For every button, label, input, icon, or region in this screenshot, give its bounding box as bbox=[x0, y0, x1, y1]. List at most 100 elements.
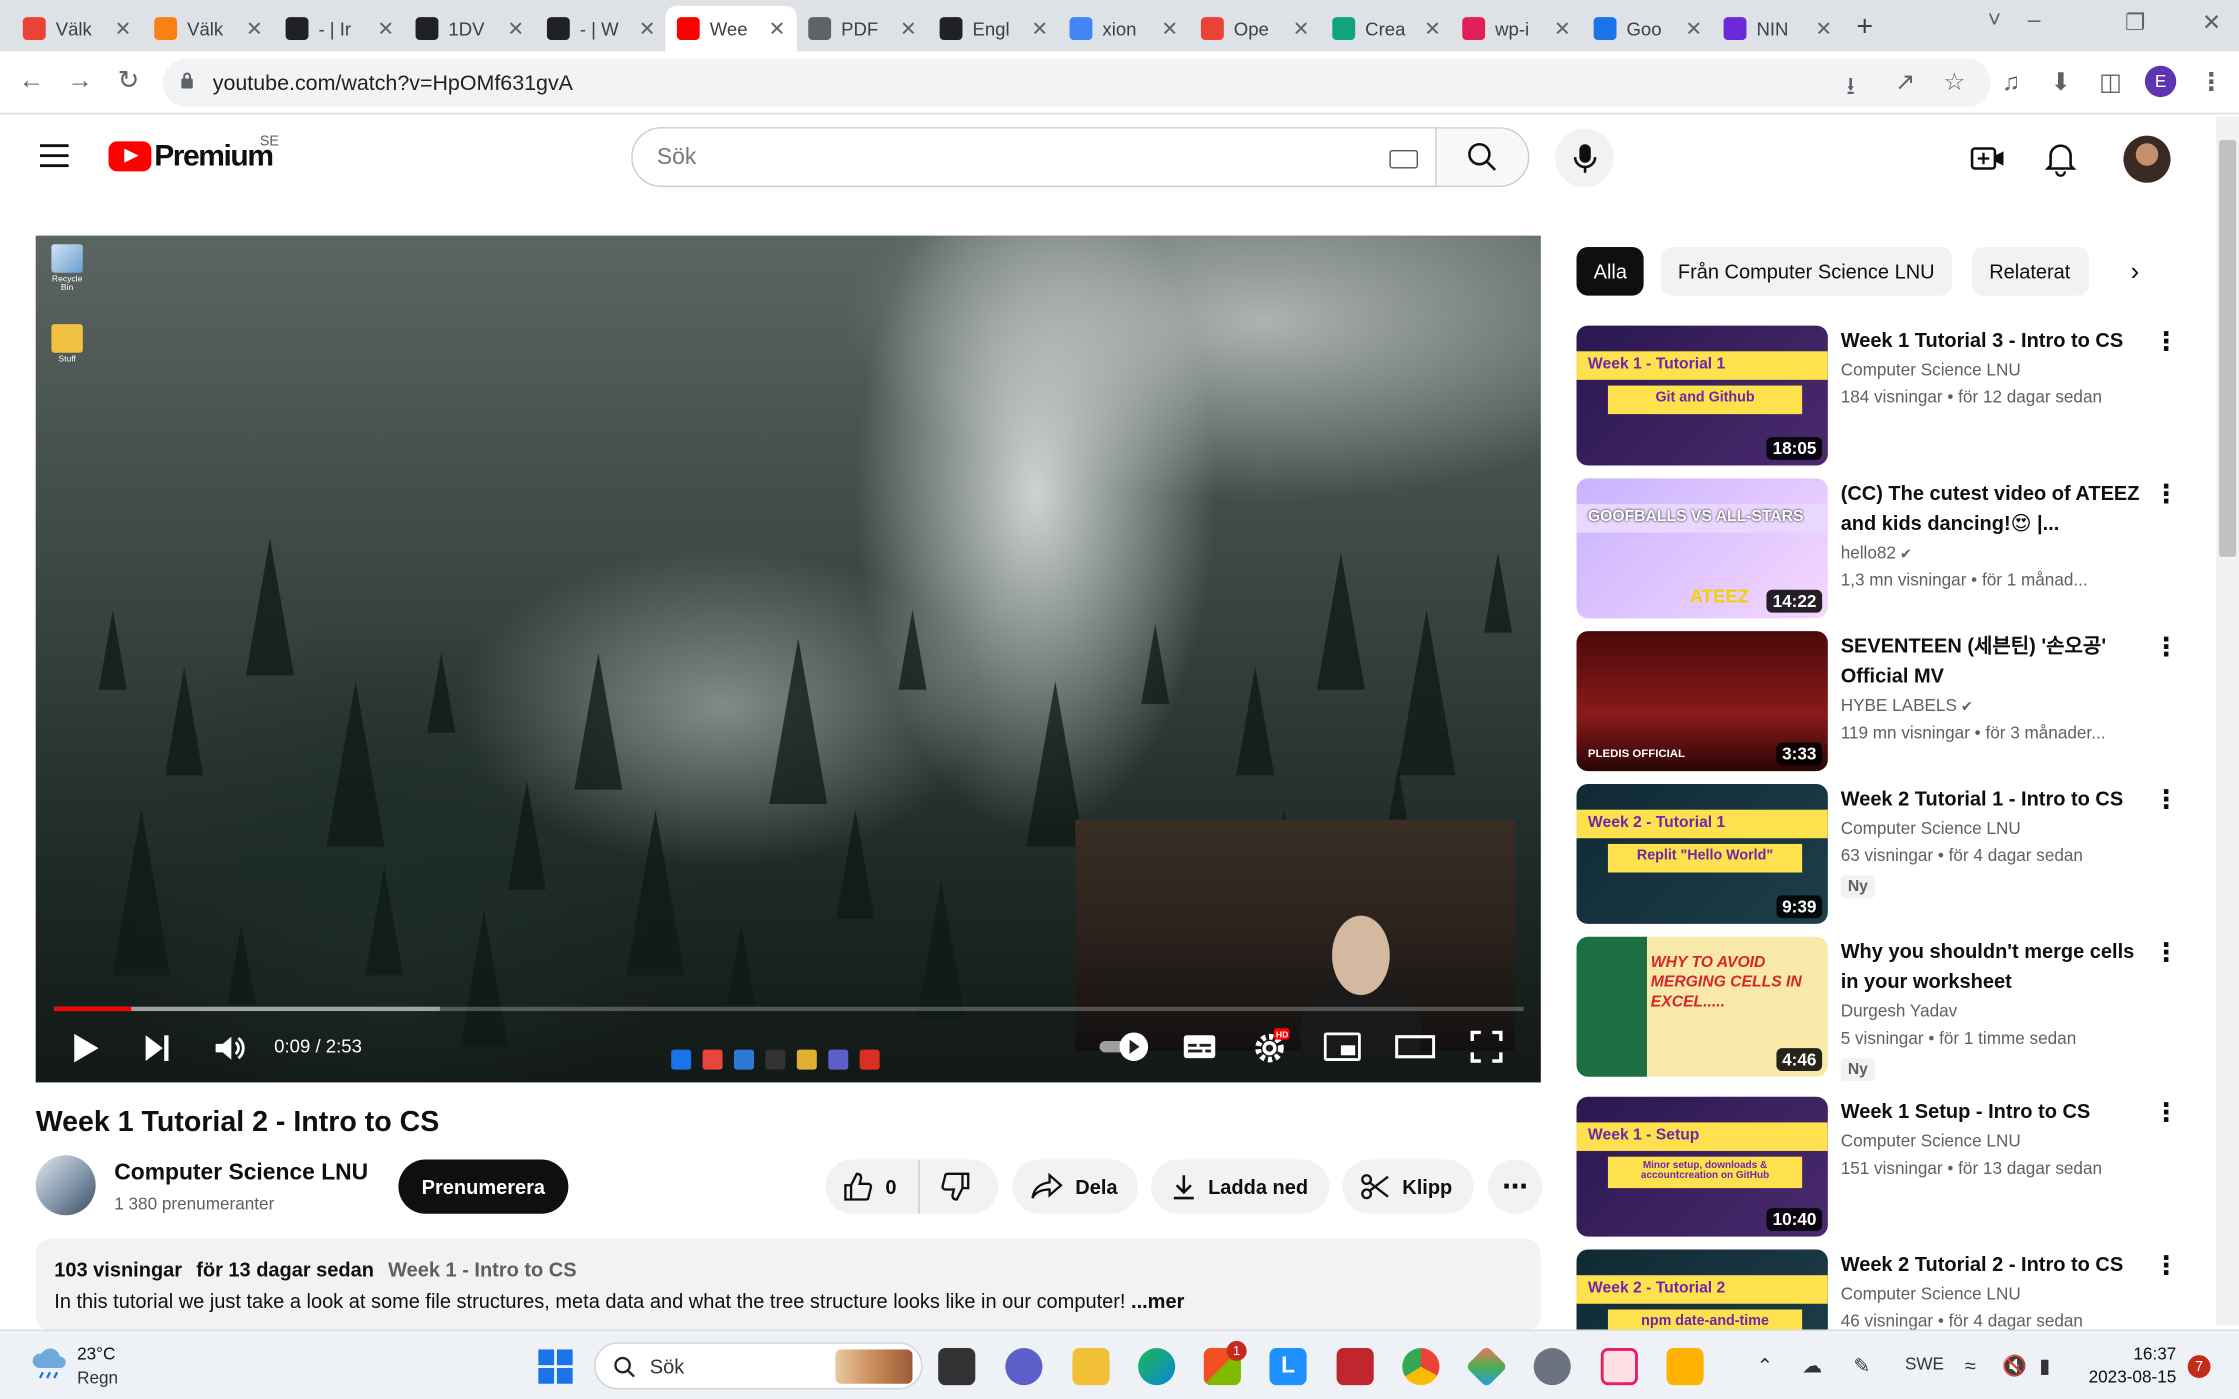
video-thumbnail[interactable]: Week 1 - Tutorial 1 Git and Github 18:05 bbox=[1576, 325, 1828, 466]
close-tab-icon[interactable]: ✕ bbox=[115, 16, 132, 40]
close-tab-icon[interactable]: ✕ bbox=[1293, 16, 1310, 40]
language-indicator[interactable]: SWE bbox=[1905, 1354, 1944, 1374]
chip-from-channel[interactable]: Från Computer Science LNU bbox=[1660, 247, 1952, 296]
description-box[interactable]: 103 visningar för 13 dagar sedan Week 1 … bbox=[35, 1238, 1541, 1333]
notifications-bell-icon[interactable] bbox=[2042, 140, 2079, 177]
wifi-icon[interactable]: ≈ bbox=[1965, 1354, 1976, 1377]
browser-tab[interactable]: Välk ✕ bbox=[143, 6, 274, 52]
close-tab-icon[interactable]: ✕ bbox=[1424, 16, 1441, 40]
video-thumbnail[interactable]: PLEDIS OFFICIAL 3:33 bbox=[1576, 631, 1828, 772]
close-tab-icon[interactable]: ✕ bbox=[377, 16, 394, 40]
recommendation-title[interactable]: Why you shouldn't merge cells in your wo… bbox=[1841, 937, 2144, 997]
back-icon[interactable]: ← bbox=[14, 66, 48, 96]
browser-tab[interactable]: Engl ✕ bbox=[928, 6, 1059, 52]
forward-icon[interactable]: → bbox=[63, 66, 97, 96]
fullscreen-icon[interactable] bbox=[1469, 1030, 1503, 1064]
browser-tab[interactable]: xion ✕ bbox=[1058, 6, 1189, 52]
more-options-icon[interactable]: ⋮ bbox=[2153, 481, 2179, 507]
youtube-logo-icon[interactable] bbox=[108, 141, 152, 172]
user-avatar[interactable] bbox=[2123, 135, 2171, 183]
youtube-premium-wordmark[interactable]: Premium bbox=[154, 140, 274, 174]
voice-search-button[interactable] bbox=[1555, 128, 1614, 188]
close-tab-icon[interactable]: ✕ bbox=[639, 16, 656, 40]
like-button[interactable]: 0 bbox=[825, 1159, 920, 1214]
create-video-icon[interactable] bbox=[1969, 140, 2006, 177]
recommendation-item[interactable]: Week 1 - Tutorial 1 Git and Github 18:05 We… bbox=[1576, 325, 2220, 469]
recommendation-channel[interactable]: hello82 ✔ bbox=[1841, 543, 1912, 563]
tray-chevron-up-icon[interactable]: ⌃ bbox=[1756, 1354, 1773, 1378]
next-icon[interactable] bbox=[141, 1032, 172, 1063]
task-view-icon[interactable] bbox=[938, 1348, 976, 1386]
recommendation-channel[interactable]: Computer Science LNU bbox=[1841, 360, 2021, 380]
notification-badge[interactable]: 7 bbox=[2187, 1355, 2211, 1379]
recommendation-title[interactable]: Week 2 Tutorial 1 - Intro to CS bbox=[1841, 784, 2144, 814]
video-thumbnail[interactable]: Week 2 - Tutorial 1 Replit "Hello World" 9… bbox=[1576, 783, 1828, 924]
recommendation-item[interactable]: Week 1 - Setup Minor setup, downloads & a… bbox=[1576, 1096, 2220, 1240]
tab-search-icon[interactable]: ˅ bbox=[1988, 9, 2001, 35]
share-button[interactable]: Dela bbox=[1012, 1159, 1139, 1214]
teams-chat-icon[interactable] bbox=[1005, 1348, 1043, 1386]
file-explorer-icon[interactable] bbox=[1072, 1348, 1110, 1386]
close-tab-icon[interactable]: ✕ bbox=[1031, 16, 1048, 40]
browser-tab[interactable]: NIN ✕ bbox=[1712, 6, 1843, 52]
keyboard-icon[interactable] bbox=[1389, 149, 1419, 169]
chevron-right-icon[interactable]: › bbox=[2131, 257, 2140, 287]
download-button[interactable]: Ladda ned bbox=[1150, 1159, 1330, 1214]
browser-tab[interactable]: Goo ✕ bbox=[1582, 6, 1713, 52]
recommendation-channel[interactable]: HYBE LABELS ✔ bbox=[1841, 695, 1973, 715]
browser-tab[interactable]: wp-i ✕ bbox=[1451, 6, 1582, 52]
chip-all[interactable]: Alla bbox=[1576, 247, 1645, 296]
install-icon[interactable]: ⭳ bbox=[1846, 69, 1855, 110]
more-options-icon[interactable]: ⋮ bbox=[2153, 634, 2179, 660]
star-icon[interactable]: ☆ bbox=[1944, 69, 1966, 98]
close-tab-icon[interactable]: ✕ bbox=[1161, 16, 1178, 40]
video-thumbnail[interactable]: Week 1 - Setup Minor setup, downloads & a… bbox=[1576, 1096, 1828, 1237]
recommendation-title[interactable]: (CC) The cutest video of ATEEZ and kids … bbox=[1841, 478, 2144, 538]
new-tab-icon[interactable]: + bbox=[1856, 11, 1873, 44]
restore-icon[interactable]: ❐ bbox=[2125, 9, 2145, 38]
video-player[interactable]: Recycle Bin Stuff 0:09 / 2:53 HD bbox=[35, 235, 1541, 1083]
taskbar-clock[interactable]: 16:37 2023-08-15 bbox=[2088, 1342, 2177, 1388]
reload-icon[interactable]: ↻ bbox=[111, 66, 145, 96]
snipping-tool-icon[interactable] bbox=[1600, 1348, 1638, 1386]
more-options-icon[interactable]: ⋮ bbox=[2153, 328, 2179, 354]
app-diamond-icon[interactable] bbox=[1465, 1345, 1508, 1388]
profile-avatar[interactable]: E bbox=[2144, 65, 2177, 98]
channel-name[interactable]: Computer Science LNU bbox=[114, 1161, 368, 1187]
recommendation-item[interactable]: GOOFBALLS VS ALL-STARS ATEEZ 14:22 (CC) The… bbox=[1576, 478, 2220, 621]
settings-gear-icon[interactable]: HD bbox=[1252, 1028, 1290, 1065]
browser-tab[interactable]: Wee ✕ bbox=[665, 5, 797, 52]
search-button[interactable] bbox=[1436, 127, 1530, 188]
battery-icon[interactable]: ▮ bbox=[2039, 1354, 2050, 1378]
scrollbar-thumb[interactable] bbox=[2219, 139, 2237, 557]
browser-tab[interactable]: 1DV ✕ bbox=[404, 6, 535, 52]
taskbar-search[interactable]: Sök bbox=[594, 1342, 923, 1390]
more-options-icon[interactable]: ⋮ bbox=[2153, 1100, 2179, 1126]
volume-icon[interactable] bbox=[213, 1031, 247, 1065]
share-icon[interactable]: ↗ bbox=[1895, 69, 1915, 98]
search-input[interactable]: Sök bbox=[631, 127, 1437, 188]
recommendation-title[interactable]: SEVENTEEN (세븐틴) '손오공' Official MV bbox=[1841, 631, 2144, 691]
playlist-link[interactable]: Week 1 - Intro to CS bbox=[388, 1258, 576, 1281]
subscribe-button[interactable]: Prenumerera bbox=[398, 1159, 569, 1214]
pen-icon[interactable]: ✎ bbox=[1854, 1354, 1871, 1378]
onedrive-cloud-icon[interactable]: ☁ bbox=[1802, 1354, 1822, 1378]
close-tab-icon[interactable]: ✕ bbox=[1554, 16, 1571, 40]
recommendation-channel[interactable]: Computer Science LNU bbox=[1841, 1131, 2021, 1151]
hamburger-menu-icon[interactable] bbox=[39, 144, 69, 168]
show-more-link[interactable]: ...mer bbox=[1131, 1289, 1184, 1312]
weather-temperature[interactable]: 23°C bbox=[77, 1344, 115, 1364]
browser-tab[interactable]: - | W ✕ bbox=[536, 6, 667, 52]
browser-tab[interactable]: - | Ir ✕ bbox=[274, 6, 405, 52]
address-bar[interactable]: youtube.com/watch?v=HpOMf631gvA bbox=[162, 58, 1991, 108]
recommendation-title[interactable]: Week 2 Tutorial 2 - Intro to CS bbox=[1841, 1250, 2144, 1280]
more-options-icon[interactable]: ⋮ bbox=[2153, 787, 2179, 813]
slides-icon[interactable] bbox=[1666, 1348, 1704, 1386]
play-icon[interactable] bbox=[70, 1031, 101, 1065]
side-panel-icon[interactable]: ◫ bbox=[2099, 69, 2122, 98]
mcafee-icon[interactable] bbox=[1336, 1348, 1374, 1386]
close-window-icon[interactable]: ✕ bbox=[2202, 9, 2221, 38]
close-tab-icon[interactable]: ✕ bbox=[769, 16, 786, 40]
recommendation-title[interactable]: Week 1 Setup - Intro to CS bbox=[1841, 1097, 2144, 1127]
close-tab-icon[interactable]: ✕ bbox=[1685, 16, 1702, 40]
